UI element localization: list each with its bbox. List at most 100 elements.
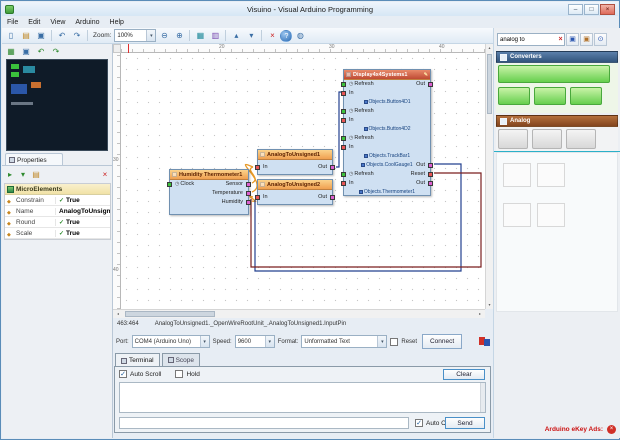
component-tile[interactable] — [503, 203, 531, 227]
format-select[interactable]: Unformatted Text ▾ — [301, 335, 387, 348]
minimize-button[interactable]: – — [568, 4, 583, 15]
component-tile[interactable] — [537, 163, 565, 187]
search-input[interactable] — [497, 33, 565, 46]
in-pin[interactable] — [341, 118, 346, 123]
block-header[interactable]: AnalogToUnsigned2 — [258, 180, 332, 190]
component-board-icon[interactable]: ▦ — [4, 45, 18, 58]
out-pin[interactable] — [428, 163, 433, 168]
expand-icon[interactable]: ▸ — [4, 168, 16, 181]
property-row[interactable]: ◆Round ✓True — [5, 217, 110, 228]
grid-toggle-icon[interactable]: ▦ — [193, 29, 207, 42]
scroll-down-icon[interactable]: ▾ — [486, 301, 493, 309]
category-header-analog[interactable]: Analog — [496, 115, 618, 127]
tab-scope[interactable]: Scope — [162, 353, 200, 366]
scroll-up-icon[interactable]: ▴ — [486, 44, 493, 52]
reset-pin[interactable] — [428, 172, 433, 177]
menu-file[interactable]: File — [2, 19, 23, 26]
block-header[interactable]: Display4x4Systems1 ✎ — [344, 70, 430, 80]
property-value[interactable]: ✓True — [55, 219, 110, 226]
package-icon[interactable]: ▣ — [566, 33, 579, 46]
zoom-out-icon[interactable]: ⊖ — [157, 29, 171, 42]
property-row[interactable]: ◆Name AnalogToUnsign... — [5, 206, 110, 217]
clock-pin[interactable] — [167, 182, 172, 187]
in-pin[interactable] — [255, 195, 260, 200]
redo-icon[interactable]: ↷ — [49, 45, 63, 58]
terminal-output[interactable] — [119, 382, 486, 413]
property-row[interactable]: ◆Scale ✓True — [5, 228, 110, 239]
open-folder-icon[interactable]: ▤ — [19, 29, 33, 42]
temperature-pin[interactable] — [246, 191, 251, 196]
component-tile[interactable] — [537, 203, 565, 227]
in-pin[interactable] — [341, 91, 346, 96]
pin-panel-icon[interactable]: ⊙ — [594, 33, 607, 46]
in-pin[interactable] — [341, 145, 346, 150]
in-pin[interactable] — [341, 181, 346, 186]
speed-select[interactable]: 9600 ▾ — [235, 335, 275, 348]
block-analogtounsigned2[interactable]: AnalogToUnsigned2 In Out — [257, 179, 333, 205]
move-down-icon[interactable]: ▾ — [244, 29, 258, 42]
undo-icon[interactable]: ↶ — [55, 29, 69, 42]
save-project-icon[interactable]: ▣ — [19, 45, 33, 58]
component-tile[interactable] — [498, 129, 528, 149]
menu-arduino[interactable]: Arduino — [70, 19, 104, 26]
clear-button[interactable]: Clear — [443, 369, 485, 380]
pencil-icon[interactable]: ✎ — [424, 72, 428, 78]
globe-icon[interactable]: ◍ — [293, 29, 307, 42]
terminal-scrollbar[interactable] — [480, 383, 485, 412]
auto-scroll-checkbox[interactable]: ✓ — [119, 370, 127, 378]
canvas-horizontal-scrollbar[interactable]: ◂ ▸ — [113, 309, 485, 318]
menu-view[interactable]: View — [45, 19, 70, 26]
out-pin[interactable] — [330, 195, 335, 200]
block-analogtounsigned1[interactable]: AnalogToUnsigned1 In Out — [257, 149, 333, 175]
scroll-right-icon[interactable]: ▸ — [476, 310, 484, 318]
component-tile[interactable] — [532, 129, 562, 149]
component-icon[interactable]: ▥ — [208, 29, 222, 42]
ad-banner-text[interactable]: Arduino eKey Ads: — [545, 426, 603, 433]
humidity-pin[interactable] — [246, 200, 251, 205]
send-input[interactable] — [119, 417, 409, 429]
out-pin[interactable] — [428, 181, 433, 186]
scrollbar-thumb[interactable] — [487, 54, 492, 114]
component-tile-match[interactable] — [570, 87, 602, 105]
component-tile-match[interactable] — [498, 87, 530, 105]
library-icon[interactable]: ▣ — [580, 33, 593, 46]
maximize-button[interactable]: □ — [584, 4, 599, 15]
redo-icon[interactable]: ↷ — [70, 29, 84, 42]
out-pin[interactable] — [428, 82, 433, 87]
property-value[interactable]: ✓True — [55, 197, 110, 204]
zoom-in-icon[interactable]: ⊕ — [172, 29, 186, 42]
undo-icon[interactable]: ↶ — [34, 45, 48, 58]
send-button[interactable]: Send — [445, 417, 485, 429]
help-icon[interactable]: ? — [280, 30, 292, 42]
property-row[interactable]: ◆Constrain ✓True — [5, 195, 110, 206]
component-tile-match[interactable] — [498, 65, 610, 83]
scrollbar-thumb[interactable] — [125, 311, 215, 317]
component-tile[interactable] — [566, 129, 596, 149]
property-value[interactable]: AnalogToUnsign... — [55, 208, 110, 215]
block-humidity-thermometer1[interactable]: Humidity Thermometer1 ◷Clock Sensor Temp… — [169, 169, 249, 215]
tab-terminal[interactable]: Terminal — [115, 353, 160, 367]
close-button[interactable]: × — [600, 4, 615, 15]
design-canvas[interactable]: Humidity Thermometer1 ◷Clock Sensor Temp… — [121, 53, 485, 309]
refresh-pin[interactable] — [341, 136, 346, 141]
block-header[interactable]: AnalogToUnsigned1 — [258, 150, 332, 160]
sensor-pin[interactable] — [246, 182, 251, 187]
hold-checkbox[interactable] — [175, 370, 183, 378]
zoom-select[interactable]: 100% ▾ — [114, 29, 156, 42]
canvas-vertical-scrollbar[interactable]: ▴ ▾ — [485, 44, 493, 309]
component-tile[interactable] — [503, 163, 531, 187]
refresh-pin[interactable] — [341, 172, 346, 177]
auto-clear-checkbox[interactable]: ✓ — [415, 419, 423, 427]
refresh-pin[interactable] — [341, 109, 346, 114]
menu-help[interactable]: Help — [105, 19, 129, 26]
move-up-icon[interactable]: ▴ — [229, 29, 243, 42]
new-file-icon[interactable]: ▯ — [4, 29, 18, 42]
property-grid-header[interactable]: MicroElements — [5, 184, 110, 195]
component-tile-match[interactable] — [534, 87, 566, 105]
category-header-converters[interactable]: Converters — [496, 51, 618, 63]
collapse-icon[interactable]: ▾ — [17, 168, 29, 181]
menu-edit[interactable]: Edit — [23, 19, 45, 26]
reset-checkbox[interactable] — [390, 338, 398, 346]
property-value[interactable]: ✓True — [55, 230, 110, 237]
scroll-left-icon[interactable]: ◂ — [114, 310, 122, 318]
